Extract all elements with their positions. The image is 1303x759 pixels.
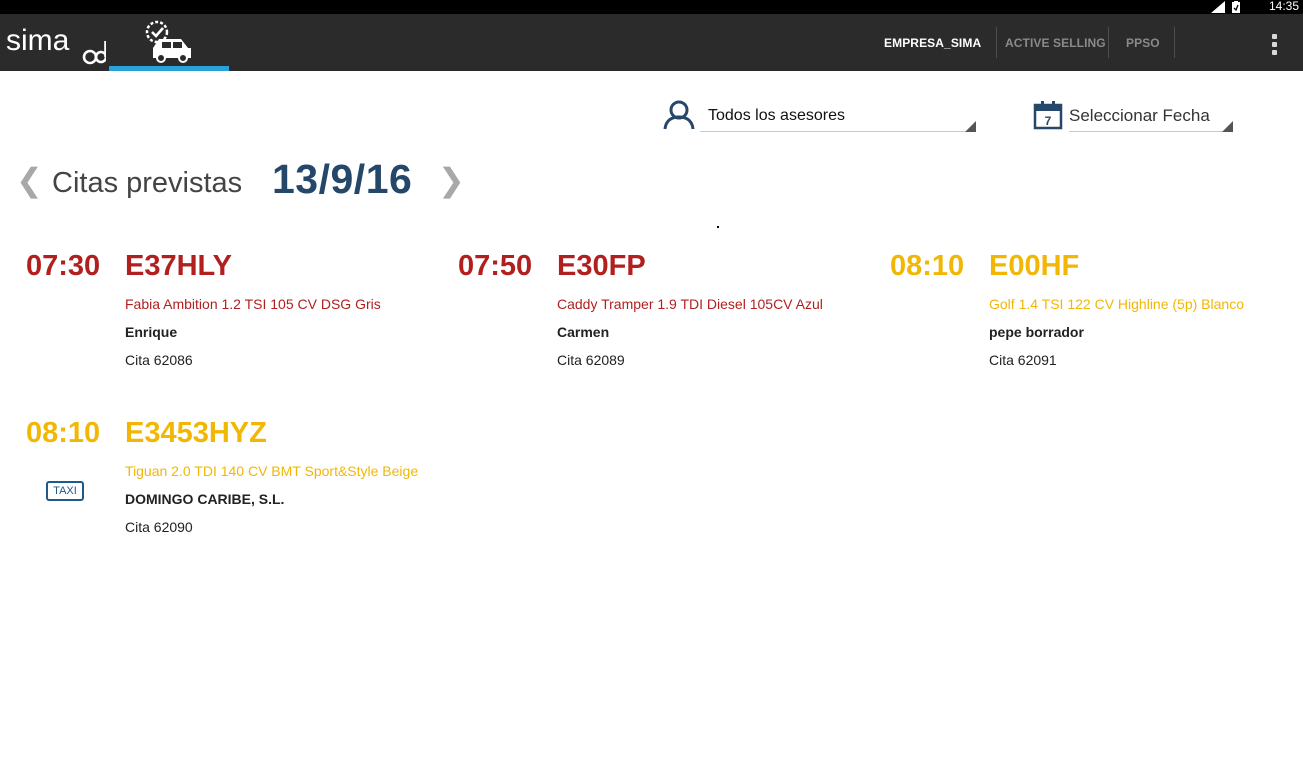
dropdown-arrow-icon [1222,121,1233,132]
appointment-card[interactable]: 07:50 E30FP Caddy Tramper 1.9 TDI Diesel… [458,250,858,390]
previous-day-button[interactable]: ❮ [16,162,43,198]
next-day-button[interactable]: ❯ [438,162,465,198]
appointment-card[interactable]: 08:10 E3453HYZ Tiguan 2.0 TDI 140 CV BMT… [26,417,426,557]
appointment-id: Cita 62091 [989,352,1057,368]
active-tab-indicator [109,66,229,71]
appointment-card[interactable]: 08:10 E00HF Golf 1.4 TSI 122 CV Highline… [890,250,1290,390]
appointment-client: DOMINGO CARIBE, S.L. [125,491,285,507]
status-clock: 14:35 [1268,0,1299,13]
appointment-time: 07:50 [458,250,533,282]
user-icon [663,100,695,130]
appointment-vehicle: Fabia Ambition 1.2 TSI 105 CV DSG Gris [125,296,381,312]
advisor-select-value: Todos los asesores [708,107,845,124]
appointment-id: Cita 62090 [125,519,193,535]
divider-dot [717,226,719,228]
sima-logo: sima [6,24,106,65]
select-underline [700,131,976,132]
appointment-id: Cita 62086 [125,352,193,368]
date-select[interactable]: 7 Seleccionar Fecha [1030,97,1240,133]
appointment-plate: E00HF [989,250,1080,282]
menu-divider [996,27,997,58]
calendar-icon: 7 [1033,101,1063,130]
menu-empresa-sima[interactable]: EMPRESA_SIMA [884,36,981,50]
signal-icon [1211,1,1225,13]
appointment-plate: E3453HYZ [125,417,267,449]
appointment-time: 08:10 [890,250,965,282]
appointment-card[interactable]: 07:30 E37HLY Fabia Ambition 1.2 TSI 105 … [26,250,426,390]
appointment-vehicle: Caddy Tramper 1.9 TDI Diesel 105CV Azul [557,296,823,312]
car-check-icon [145,20,191,63]
advisor-select[interactable]: Todos los asesores [660,97,980,133]
appointment-plate: E30FP [557,250,646,282]
menu-divider [1174,27,1175,58]
menu-active-selling[interactable]: ACTIVE SELLING [1005,36,1106,50]
app-bar: sima EMPRESA_SIMA ACTIVE SELLING PPSO [0,14,1303,71]
appointment-client: Carmen [557,324,610,340]
svg-text:7: 7 [1045,114,1052,128]
system-icons [1211,1,1241,13]
appointment-id: Cita 62089 [557,352,625,368]
appointment-plate: E37HLY [125,250,232,282]
appointment-time: 08:10 [26,417,101,449]
overflow-menu-icon[interactable] [1267,32,1281,56]
date-select-placeholder: Seleccionar Fecha [1069,106,1210,125]
appointment-client: pepe borrador [989,324,1084,340]
status-bar: 14:35 [0,0,1303,14]
svg-text:sima: sima [6,24,70,57]
tab-workshop-appointments[interactable] [109,14,229,71]
select-underline [1069,131,1233,132]
battery-icon [1232,1,1240,13]
appointment-vehicle: Golf 1.4 TSI 122 CV Highline (5p) Blanco [989,296,1244,312]
appointment-client: Enrique [125,324,178,340]
page-title: Citas previstas [52,167,243,199]
taxi-badge-icon: TAXI [46,481,84,501]
appointment-time: 07:30 [26,250,101,282]
appointment-vehicle: Tiguan 2.0 TDI 140 CV BMT Sport&Style Be… [125,463,419,479]
menu-divider [1108,27,1109,58]
dropdown-arrow-icon [965,121,976,132]
current-date: 13/9/16 [272,156,413,202]
menu-ppso[interactable]: PPSO [1126,36,1160,50]
